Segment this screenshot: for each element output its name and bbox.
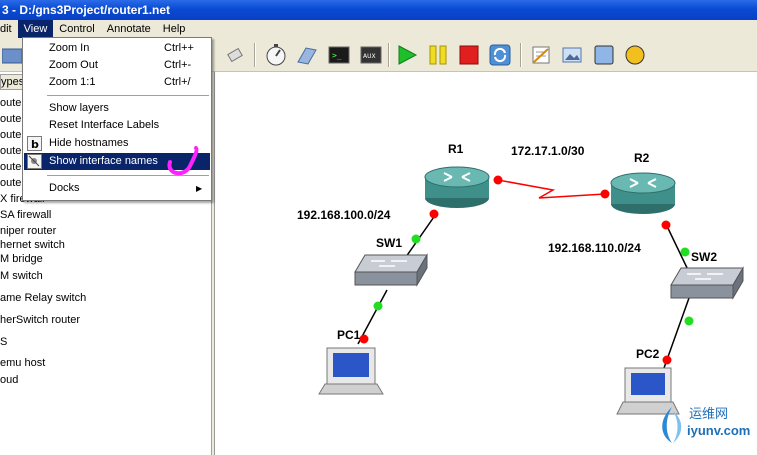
hostname-toggle-icon: b <box>27 136 42 151</box>
watermark-url: iyunv.com <box>687 423 751 438</box>
label-r1: R1 <box>448 142 464 156</box>
dock-item[interactable]: oud <box>0 373 18 387</box>
svg-text:>_: >_ <box>332 51 342 60</box>
label-pc1: PC1 <box>337 328 361 342</box>
console-icon[interactable]: >_ <box>326 42 352 68</box>
menu-show-layers[interactable]: Show layers <box>24 100 210 117</box>
dock-item[interactable]: herSwitch router <box>0 313 80 327</box>
draw-ellipse-icon[interactable] <box>622 42 648 68</box>
toolbar-separator <box>388 43 390 67</box>
pause-icon[interactable] <box>425 42 451 68</box>
insert-picture-icon[interactable] <box>559 42 585 68</box>
menu-control[interactable]: Control <box>53 20 100 38</box>
topology-canvas[interactable]: R1 R2 SW1 SW2 PC1 PC2 172.17.1.0/30 192.… <box>214 72 757 455</box>
window-title: 3 - D:/gns3Project/router1.net <box>2 3 171 17</box>
status-dot-r2-lan <box>661 220 671 230</box>
dock-item[interactable]: hernet switch <box>0 238 65 252</box>
dock-item[interactable]: emu host <box>0 356 45 370</box>
magenta-annotation-mark <box>167 146 199 176</box>
menu-zoom-out[interactable]: Zoom Out Ctrl+- <box>24 57 210 74</box>
menu-edit[interactable]: dit <box>0 20 18 38</box>
link-r2-sw2[interactable] <box>664 221 690 273</box>
status-dot-pc1 <box>359 334 369 344</box>
draw-rectangle-icon[interactable] <box>591 42 617 68</box>
timer-icon[interactable] <box>263 42 289 68</box>
status-dot-r1-wan <box>493 175 503 185</box>
switch-sw2[interactable] <box>670 266 744 300</box>
menu-zoom-in[interactable]: Zoom In Ctrl++ <box>24 40 210 57</box>
status-dot-sw1-down <box>373 301 383 311</box>
label-wan-network: 172.17.1.0/30 <box>511 144 585 158</box>
window-title-bar: 3 - D:/gns3Project/router1.net <box>0 0 757 20</box>
stop-icon[interactable] <box>456 42 482 68</box>
reload-icon[interactable] <box>487 42 513 68</box>
dock-item[interactable]: ame Relay switch <box>0 291 86 305</box>
dock-item[interactable]: M bridge <box>0 252 43 266</box>
menu-reset-interface-labels[interactable]: Reset Interface Labels <box>24 117 210 134</box>
interface-names-icon <box>27 154 42 169</box>
status-dot-sw2-down <box>684 316 694 326</box>
toolbar-separator <box>520 43 522 67</box>
watermark-logo-icon <box>662 407 682 443</box>
switch-sw1[interactable] <box>354 253 428 287</box>
toolbar-separator <box>254 43 256 67</box>
menu-separator <box>47 95 209 97</box>
router-r2[interactable] <box>610 172 676 214</box>
status-dot-r1-lan <box>429 209 439 219</box>
status-dot-sw1-up <box>411 234 421 244</box>
status-dot-sw2-up <box>680 247 690 257</box>
menu-view[interactable]: View <box>17 20 54 38</box>
capture-icon[interactable] <box>294 42 320 68</box>
watermark-cn: 运维网 <box>689 407 729 422</box>
label-lan1-network: 192.168.100.0/24 <box>297 208 391 222</box>
menu-zoom-reset[interactable]: Zoom 1:1 Ctrl+/ <box>24 74 210 91</box>
dock-item[interactable]: SA firewall <box>0 208 51 222</box>
dock-item[interactable]: M switch <box>0 269 43 283</box>
dock-item[interactable]: S <box>0 335 7 349</box>
svg-text:b: b <box>31 138 39 150</box>
label-sw2: SW2 <box>691 250 718 264</box>
router-r1[interactable] <box>424 166 490 208</box>
pc-pc1[interactable] <box>318 347 384 395</box>
label-r2: R2 <box>634 151 650 165</box>
link-r1-r2[interactable] <box>497 179 606 199</box>
eraser-icon[interactable] <box>222 42 248 68</box>
svg-text:AUX: AUX <box>363 53 376 60</box>
menu-docks[interactable]: Docks ▶ <box>24 180 210 197</box>
dock-item[interactable]: niper router <box>0 224 56 238</box>
menu-bar: dit View Control Annotate Help <box>0 20 757 38</box>
add-note-icon[interactable] <box>528 42 554 68</box>
watermark: 运维网 iyunv.com <box>657 397 757 453</box>
menu-annotate[interactable]: Annotate <box>101 20 157 38</box>
label-sw1: SW1 <box>376 236 403 250</box>
menu-help[interactable]: Help <box>157 20 192 38</box>
submenu-arrow-icon: ▶ <box>196 184 203 193</box>
status-dot-pc2 <box>662 355 672 365</box>
start-icon[interactable] <box>394 42 420 68</box>
aux-console-icon[interactable]: AUX <box>358 42 384 68</box>
label-pc2: PC2 <box>636 347 660 361</box>
status-dot-r2-wan <box>600 189 610 199</box>
label-lan2-network: 192.168.110.0/24 <box>548 241 641 255</box>
